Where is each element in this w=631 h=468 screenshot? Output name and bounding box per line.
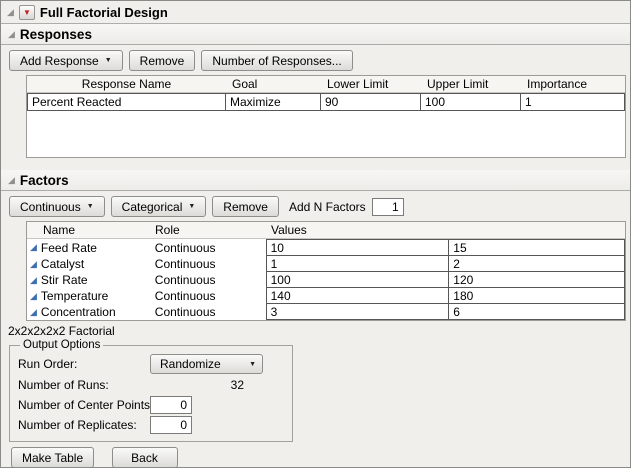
continuous-factor-icon: ◢ — [30, 276, 37, 285]
factor-high-value-cell[interactable]: 120 — [449, 272, 625, 288]
col-factor-values: Values — [266, 223, 625, 237]
factor-row: ◢ Concentration Continuous 3 6 — [27, 304, 625, 320]
factor-role-cell[interactable]: Continuous — [151, 239, 266, 256]
response-row: Percent Reacted Maximize 90 100 1 — [27, 93, 625, 111]
response-name-cell[interactable]: Percent Reacted — [27, 93, 226, 111]
factor-low-value-cell[interactable]: 3 — [266, 304, 450, 320]
responses-section-header: ◢ Responses — [1, 24, 630, 45]
chevron-down-icon: ▼ — [249, 361, 256, 368]
replicates-input[interactable] — [150, 416, 192, 434]
factor-row: ◢ Feed Rate Continuous 10 15 — [27, 239, 625, 256]
output-options-title: Output Options — [20, 339, 103, 351]
add-response-button[interactable]: Add Response ▼ — [9, 50, 123, 71]
output-options-group: Output Options Run Order: Randomize ▼ Nu… — [9, 339, 293, 442]
continuous-factor-button[interactable]: Continuous ▼ — [9, 196, 105, 217]
col-lower-limit: Lower Limit — [321, 77, 421, 91]
outline-title-row: ◢ ▼ Full Factorial Design — [1, 1, 630, 24]
number-of-runs-value: 32 — [150, 378, 258, 392]
run-order-dropdown[interactable]: Randomize ▼ — [150, 354, 263, 374]
response-goal-cell[interactable]: Maximize — [226, 93, 321, 111]
factor-row: ◢ Catalyst Continuous 1 2 — [27, 256, 625, 272]
add-response-label: Add Response — [20, 54, 99, 68]
remove-factor-button[interactable]: Remove — [212, 196, 279, 217]
factor-row: ◢ Temperature Continuous 140 180 — [27, 288, 625, 304]
center-points-row: Number of Center Points: — [18, 396, 284, 414]
page-title: Full Factorial Design — [40, 5, 168, 20]
response-upper-limit-cell[interactable]: 100 — [421, 93, 521, 111]
factor-name-cell[interactable]: ◢ Concentration — [27, 304, 151, 320]
red-triangle-menu-button[interactable]: ▼ — [19, 5, 35, 20]
factor-name-cell[interactable]: ◢ Feed Rate — [27, 239, 151, 256]
factor-name-cell[interactable]: ◢ Catalyst — [27, 256, 151, 272]
responses-table-empty-area — [27, 111, 625, 157]
factor-high-value-cell[interactable]: 180 — [449, 288, 625, 304]
col-goal: Goal — [226, 77, 321, 91]
responses-table: Response Name Goal Lower Limit Upper Lim… — [26, 75, 626, 158]
factor-low-value-cell[interactable]: 100 — [266, 272, 450, 288]
factor-high-value-cell[interactable]: 15 — [449, 239, 625, 256]
factor-role-cell[interactable]: Continuous — [151, 304, 266, 320]
responses-disclosure-icon[interactable]: ◢ — [8, 30, 15, 39]
number-of-runs-row: Number of Runs: 32 — [18, 376, 284, 394]
red-triangle-icon: ▼ — [23, 9, 31, 17]
col-response-name: Response Name — [27, 77, 226, 91]
factor-high-value-cell[interactable]: 6 — [449, 304, 625, 320]
factors-table-header: Name Role Values — [27, 222, 625, 239]
categorical-factor-button[interactable]: Categorical ▼ — [111, 196, 207, 217]
add-n-factors-input[interactable] — [372, 198, 404, 216]
back-button[interactable]: Back — [112, 447, 178, 468]
chevron-down-icon: ▼ — [188, 203, 195, 210]
factor-role-cell[interactable]: Continuous — [151, 272, 266, 288]
factor-name-cell[interactable]: ◢ Temperature — [27, 288, 151, 304]
remove-response-button[interactable]: Remove — [129, 50, 196, 71]
chevron-down-icon: ▼ — [105, 57, 112, 64]
center-points-label: Number of Center Points: — [18, 398, 150, 412]
continuous-factor-icon: ◢ — [30, 308, 37, 317]
factor-high-value-cell[interactable]: 2 — [449, 256, 625, 272]
responses-table-header: Response Name Goal Lower Limit Upper Lim… — [27, 76, 625, 93]
add-n-factors-label: Add N Factors — [289, 200, 366, 214]
factor-low-value-cell[interactable]: 10 — [266, 239, 450, 256]
number-of-runs-label: Number of Runs: — [18, 378, 150, 392]
continuous-factor-icon: ◢ — [30, 243, 37, 252]
responses-section-title: Responses — [20, 27, 92, 42]
response-importance-cell[interactable]: 1 — [521, 93, 625, 111]
replicates-row: Number of Replicates: — [18, 416, 284, 434]
factor-name-cell[interactable]: ◢ Stir Rate — [27, 272, 151, 288]
col-factor-name: Name — [27, 223, 151, 237]
run-order-label: Run Order: — [18, 357, 150, 371]
design-summary-text: 2x2x2x2x2 Factorial — [8, 324, 630, 338]
run-order-row: Run Order: Randomize ▼ — [18, 354, 284, 374]
col-upper-limit: Upper Limit — [421, 77, 521, 91]
factors-disclosure-icon[interactable]: ◢ — [8, 176, 15, 185]
disclosure-triangle-icon[interactable]: ◢ — [7, 8, 14, 17]
run-order-value: Randomize — [160, 357, 221, 371]
factors-table: Name Role Values ◢ Feed Rate Continuous … — [26, 221, 626, 321]
center-points-input[interactable] — [150, 396, 192, 414]
replicates-label: Number of Replicates: — [18, 418, 150, 432]
response-lower-limit-cell[interactable]: 90 — [321, 93, 421, 111]
factor-row: ◢ Stir Rate Continuous 100 120 — [27, 272, 625, 288]
continuous-factor-icon: ◢ — [30, 292, 37, 301]
factors-section-title: Factors — [20, 173, 69, 188]
responses-toolbar: Add Response ▼ Remove Number of Response… — [1, 45, 630, 75]
col-factor-role: Role — [151, 223, 266, 237]
col-importance: Importance — [521, 77, 625, 91]
factors-toolbar: Continuous ▼ Categorical ▼ Remove Add N … — [1, 191, 630, 221]
factor-low-value-cell[interactable]: 140 — [266, 288, 450, 304]
factor-low-value-cell[interactable]: 1 — [266, 256, 450, 272]
factor-role-cell[interactable]: Continuous — [151, 288, 266, 304]
factors-section-header: ◢ Factors — [1, 170, 630, 191]
number-of-responses-button[interactable]: Number of Responses... — [201, 50, 352, 71]
continuous-factor-icon: ◢ — [30, 260, 37, 269]
chevron-down-icon: ▼ — [87, 203, 94, 210]
full-factorial-design-window: ◢ ▼ Full Factorial Design ◢ Responses Ad… — [0, 0, 631, 468]
make-table-button[interactable]: Make Table — [11, 447, 94, 468]
factor-role-cell[interactable]: Continuous — [151, 256, 266, 272]
